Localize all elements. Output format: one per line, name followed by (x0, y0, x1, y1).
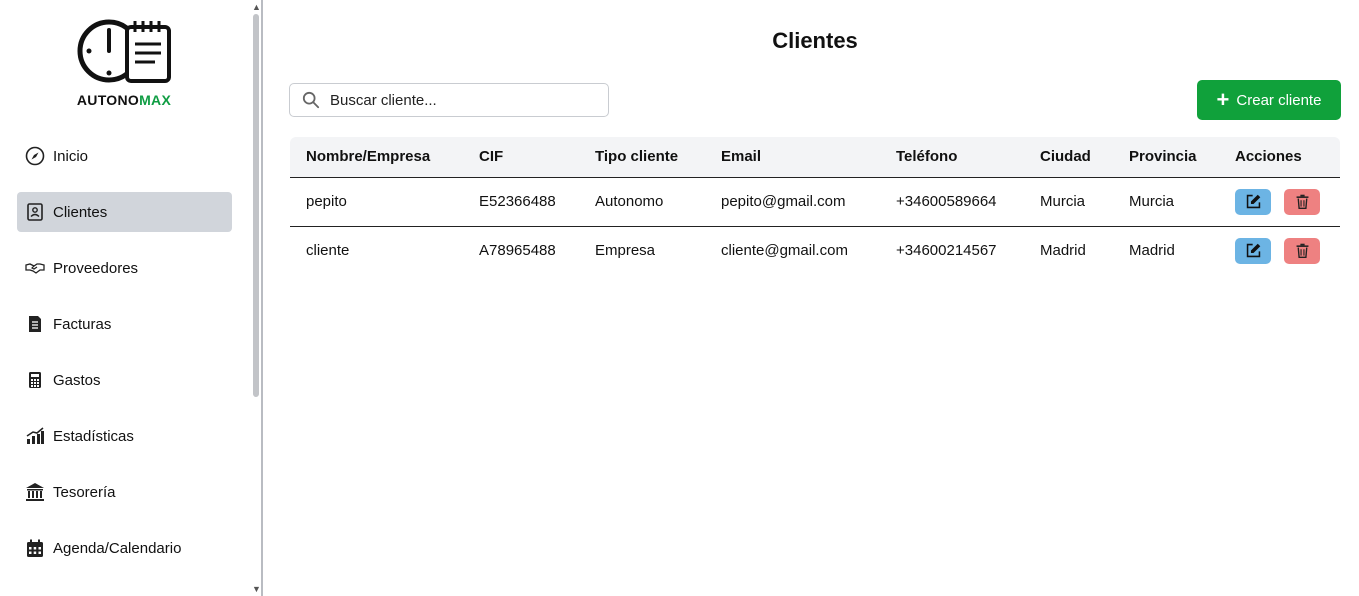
cell-province: Murcia (1113, 177, 1219, 227)
delete-button[interactable] (1284, 237, 1321, 264)
column-header[interactable]: Tipo cliente (579, 137, 705, 178)
main-content: Clientes + Crear cliente Nombre/Empresa … (265, 0, 1359, 596)
sidebar-item-facturas[interactable]: Facturas (17, 304, 232, 344)
sidebar-item-label: Inicio (53, 147, 89, 165)
search-input[interactable] (330, 91, 590, 109)
table-row: pepito E52366488 Autonomo pepito@gmail.c… (290, 177, 1340, 227)
edit-icon (1246, 194, 1260, 209)
cell-cif: A78965488 (479, 242, 556, 260)
edit-button[interactable] (1235, 237, 1271, 264)
compass-icon (24, 145, 46, 167)
sidebar-item-gastos[interactable]: Gastos (17, 360, 232, 400)
column-header[interactable]: CIF (463, 137, 579, 178)
sidebar-item-estadisticas[interactable]: Estadísticas (17, 416, 232, 456)
search-box[interactable] (289, 83, 609, 117)
handshake-icon (24, 257, 46, 279)
brand-part2: MAX (139, 92, 172, 108)
plus-icon: + (1216, 87, 1230, 112)
column-header[interactable]: Nombre/Empresa (290, 137, 463, 178)
scroll-down-arrow-icon[interactable]: ▼ (252, 584, 261, 594)
brand-name: AUTONOMAX (0, 92, 248, 108)
sidebar-item-proveedores[interactable]: Proveedores (17, 248, 232, 288)
cell-email: cliente@gmail.com (721, 242, 848, 260)
column-header: Acciones (1219, 137, 1340, 178)
scroll-thumb[interactable] (253, 14, 259, 397)
delete-button[interactable] (1284, 188, 1321, 215)
calculator-icon (24, 369, 46, 391)
table-row: cliente A78965488 Empresa cliente@gmail.… (290, 226, 1340, 275)
cell-phone: +34600589664 (880, 177, 1024, 227)
edit-button[interactable] (1235, 188, 1271, 215)
table-header-row: Nombre/Empresa CIF Tipo cliente Email Te… (290, 137, 1340, 178)
sidebar-item-clientes[interactable]: Clientes (17, 192, 232, 232)
cell-email: pepito@gmail.com (705, 177, 880, 227)
cell-cif: E52366488 (463, 177, 579, 227)
clients-table: Nombre/Empresa CIF Tipo cliente Email Te… (290, 137, 1340, 275)
create-client-button[interactable]: + Crear cliente (1197, 80, 1341, 120)
sidebar-item-agenda[interactable]: Agenda/Calendario (17, 528, 232, 568)
trash-icon (1296, 243, 1309, 259)
create-client-label: Crear cliente (1236, 91, 1322, 109)
sidebar-item-label: Gastos (53, 371, 101, 389)
cell-city: Murcia (1024, 177, 1113, 227)
sidebar-item-label: Proveedores (53, 259, 139, 277)
cell-type: Autonomo (579, 177, 705, 227)
cell-phone: +34600214567 (896, 242, 997, 260)
sidebar-item-label: Tesorería (53, 483, 116, 501)
edit-icon (1246, 243, 1260, 258)
column-header[interactable]: Teléfono (880, 137, 1024, 178)
cell-actions (1219, 226, 1340, 275)
bar-chart-icon (24, 425, 46, 447)
cell-type: Empresa (595, 242, 656, 260)
cell-name: cliente (306, 242, 350, 260)
cell-province: Madrid (1129, 242, 1175, 260)
trash-icon (1296, 194, 1309, 209)
sidebar-item-label: Clientes (53, 203, 108, 221)
sidebar-item-label: Estadísticas (53, 427, 134, 445)
invoice-icon (24, 313, 46, 335)
sidebar-item-label: Facturas (53, 315, 112, 333)
sidebar-item-label: Agenda/Calendario (53, 539, 182, 557)
column-header[interactable]: Ciudad (1024, 137, 1113, 178)
bank-icon (24, 481, 46, 503)
sidebar: AUTONOMAX Inicio Clientes Proveedores Fa… (0, 0, 263, 596)
sidebar-item-tesoreria[interactable]: Tesorería (17, 472, 232, 512)
cell-name: pepito (290, 177, 463, 227)
page-title: Clientes (772, 28, 858, 53)
calendar-icon (24, 537, 46, 559)
sidebar-scrollbar[interactable]: ▲ ▼ (250, 0, 261, 596)
brand-part1: AUTONO (76, 92, 140, 108)
search-icon (302, 91, 320, 109)
cell-city: Madrid (1040, 242, 1086, 260)
sidebar-item-inicio[interactable]: Inicio (17, 136, 232, 176)
scroll-up-arrow-icon[interactable]: ▲ (252, 2, 261, 12)
cell-actions (1219, 177, 1340, 227)
column-header[interactable]: Email (705, 137, 880, 178)
contact-card-icon (24, 201, 46, 223)
column-header[interactable]: Provincia (1113, 137, 1219, 178)
